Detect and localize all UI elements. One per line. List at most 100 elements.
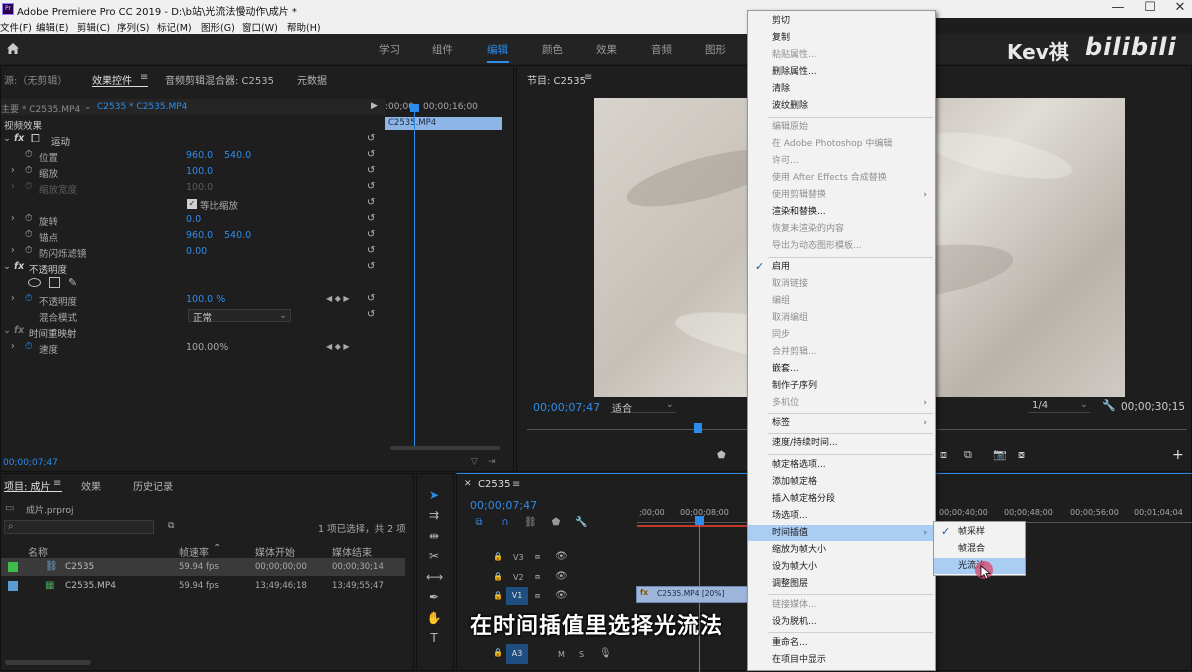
menu-item-field-options[interactable]: 场选项... (748, 508, 935, 524)
column-fps[interactable]: 帧速率 (179, 544, 209, 559)
sync-lock-icon[interactable]: ⧈ (535, 552, 540, 562)
expand-chevron-icon[interactable]: › (11, 165, 15, 176)
stopwatch-icon[interactable]: ⏱ (25, 245, 32, 256)
wrench-icon[interactable]: 🔧 (1102, 399, 1116, 412)
panel-menu-icon[interactable]: ≡ (53, 478, 61, 489)
menu-item-clear[interactable]: 清除 (748, 81, 935, 97)
track-select-tool-icon[interactable]: ⇉ (426, 507, 442, 523)
reset-icon[interactable]: ↺ (367, 310, 377, 320)
workspace-color[interactable]: 颜色 (542, 42, 563, 57)
menu-item-copy[interactable]: 复制 (748, 30, 935, 46)
menu-help[interactable]: 帮助(H) (287, 20, 321, 34)
sort-ascending-icon[interactable]: ⌃ (213, 543, 221, 554)
table-row[interactable]: ▦ C2535.MP4 59.94 fps 13;49;46;18 13;49;… (1, 577, 405, 595)
stopwatch-icon[interactable]: ⏱ (25, 213, 32, 224)
fit-select[interactable]: 适合 ⌄ (610, 399, 676, 415)
eye-icon[interactable]: 👁 (555, 551, 568, 562)
linked-selection-icon[interactable]: ⛓ (524, 517, 537, 529)
expand-chevron-icon[interactable]: › (11, 293, 15, 304)
chevron-down-icon[interactable]: ⌄ (84, 102, 92, 112)
speed-value[interactable]: 100.00% (186, 342, 228, 353)
menu-graphics[interactable]: 图形(G) (201, 20, 235, 34)
effect-controls-timecode[interactable]: 00;00;07;47 (3, 458, 58, 468)
sync-lock-icon[interactable]: ⧈ (535, 591, 540, 601)
menu-item-render-and-replace[interactable]: 渲染和替换... (748, 204, 935, 220)
menu-window[interactable]: 窗口(W) (242, 20, 278, 34)
reset-icon[interactable]: ↺ (367, 246, 377, 256)
selection-tool-icon[interactable]: ➤ (426, 487, 442, 503)
menu-clip[interactable]: 剪辑(C) (77, 20, 110, 34)
track-label[interactable]: A3 (506, 644, 528, 664)
expand-chevron-icon[interactable]: › (11, 213, 15, 224)
mute-button[interactable]: M (558, 650, 565, 659)
panel-menu-icon[interactable]: ≡ (512, 479, 520, 490)
tab-metadata[interactable]: 元数据 (297, 72, 327, 87)
tab-audio-mixer[interactable]: 音频剪辑混合器: C2535 (165, 72, 274, 87)
expand-chevron-icon[interactable]: › (11, 245, 15, 256)
panel-menu-icon[interactable]: ≡ (140, 72, 148, 83)
menu-item-add-frame-hold[interactable]: 添加帧定格 (748, 474, 935, 490)
stopwatch-icon[interactable]: ⏱ (25, 149, 32, 160)
expand-chevron-icon[interactable]: › (11, 341, 15, 352)
fx-icon[interactable]: fx (14, 261, 24, 272)
column-name[interactable]: 名称 (28, 544, 48, 559)
ripple-edit-tool-icon[interactable]: ⇹ (426, 528, 442, 544)
effect-timeline-ruler[interactable]: :00;00 00;00;16;00 (385, 99, 502, 115)
menu-marker[interactable]: 标记(M) (157, 20, 192, 34)
reset-icon[interactable]: ↺ (367, 182, 377, 192)
label-color-swatch[interactable] (8, 581, 18, 591)
menu-edit[interactable]: 编辑(E) (36, 20, 68, 34)
motion-effect-row[interactable]: ⌄ fx ⧠ 运动 ↺ (1, 132, 385, 148)
effect-playhead-handle[interactable] (410, 104, 419, 112)
rectangle-mask-icon[interactable] (49, 277, 60, 288)
stopwatch-active-icon[interactable]: ⏱ (25, 293, 32, 304)
reset-icon[interactable]: ↺ (367, 214, 377, 224)
collapse-chevron-icon[interactable]: ⌄ (3, 261, 11, 272)
reset-icon[interactable]: ↺ (367, 134, 377, 144)
track-label[interactable]: V1 (506, 587, 528, 605)
eye-icon[interactable]: 👁 (555, 571, 568, 582)
menu-item-make-subsequence[interactable]: 制作子序列 (748, 378, 935, 394)
add-button-icon[interactable]: + (1172, 447, 1184, 463)
position-x-value[interactable]: 960.0 (186, 150, 213, 161)
label-color-swatch[interactable] (8, 562, 18, 572)
antiflicker-value[interactable]: 0.00 (186, 246, 207, 257)
search-input[interactable]: ⌕ (4, 520, 154, 534)
ellipse-mask-icon[interactable] (28, 278, 41, 287)
menu-item-speed-duration[interactable]: 速度/持续时间... (748, 435, 935, 451)
lock-icon[interactable]: 🔒 (493, 572, 503, 581)
compare-view-icon[interactable]: ⧇ (1018, 448, 1025, 462)
tab-effects[interactable]: 效果 (81, 478, 101, 493)
menu-item-enable[interactable]: ✓ 启用 (748, 259, 935, 275)
menu-item-adjustment-layer[interactable]: 调整图层 (748, 576, 935, 592)
opacity-effect-row[interactable]: ⌄ fx 不透明度 ↺ (1, 260, 385, 276)
workspace-graphics[interactable]: 图形 (705, 42, 726, 57)
keyframe-nav-icon[interactable]: ◀ ◆ ▶ (326, 294, 350, 303)
menu-item-frame-hold-options[interactable]: 帧定格选项... (748, 457, 935, 473)
workspace-editing[interactable]: 编辑 (487, 42, 508, 57)
opacity-value[interactable]: 100.0 % (186, 294, 225, 305)
resolution-select[interactable]: 1/4 ⌄ (1028, 399, 1090, 413)
workspace-audio[interactable]: 音频 (651, 42, 672, 57)
blend-mode-select[interactable]: 正常 ⌄ (188, 309, 291, 324)
rotation-value[interactable]: 0.0 (186, 214, 201, 225)
solo-button[interactable]: S (579, 650, 584, 659)
menu-file[interactable]: 文件(F) (0, 20, 32, 34)
eye-icon[interactable]: 👁 (555, 590, 568, 601)
menu-item-time-interpolation[interactable]: 时间插值 › (748, 525, 935, 541)
clip-sequence-link[interactable]: C2535 * C2535.MP4 (97, 102, 187, 112)
menu-item-cut[interactable]: 剪切 (748, 13, 935, 29)
lift-icon[interactable]: ⧈ (940, 448, 947, 462)
menu-item-make-offline[interactable]: 设为脱机... (748, 614, 935, 630)
transform-box-icon[interactable]: ⧠ (31, 132, 40, 146)
snap-icon[interactable]: ∩ (499, 517, 511, 529)
panel-menu-icon[interactable]: ≡ (584, 72, 592, 83)
collapse-chevron-icon[interactable]: ⌄ (3, 325, 11, 336)
sync-lock-icon[interactable]: ⧈ (535, 572, 540, 582)
type-tool-icon[interactable]: T (426, 630, 442, 646)
table-row[interactable]: ⛓ C2535 59.94 fps 00;00;00;00 00;00;30;1… (1, 558, 405, 576)
menu-item-label-color[interactable]: 标签 › (748, 415, 935, 431)
time-remap-row[interactable]: ⌄ fx 时间重映射 (1, 324, 385, 340)
tab-sequence[interactable]: C2535 (478, 479, 510, 490)
close-icon[interactable]: ✕ (1162, 0, 1192, 18)
